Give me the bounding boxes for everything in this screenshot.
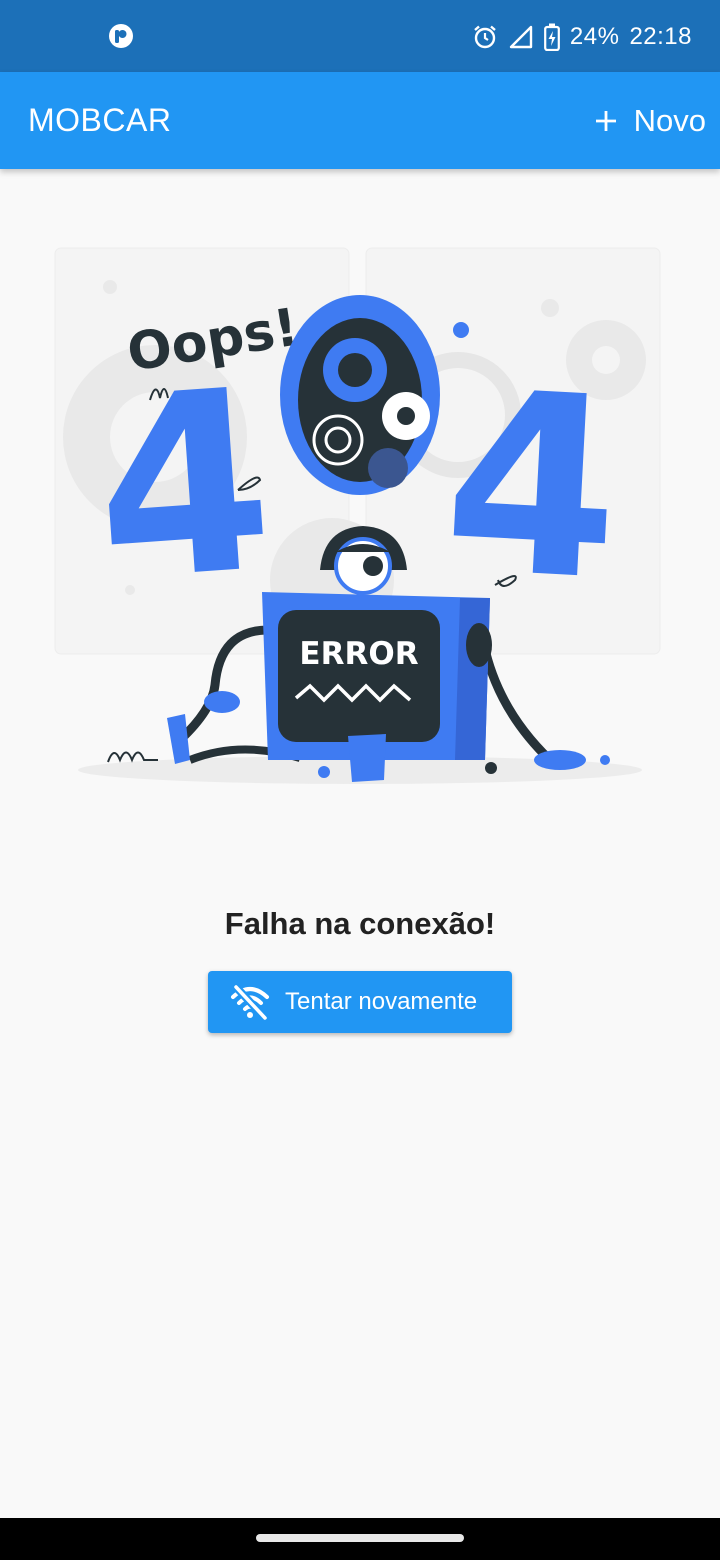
clock: 22:18 [629,23,692,50]
status-bar: 24% 22:18 [0,0,720,72]
battery-level: 24% [569,23,620,50]
digit-four-right: 4 [438,336,627,636]
app-bar: MOBCAR Novo [0,72,720,169]
home-indicator[interactable] [256,1534,464,1542]
retry-button-label: Tentar novamente [285,988,478,1015]
new-button[interactable]: Novo [594,96,706,146]
alarm-icon [474,25,496,49]
new-button-label: Novo [633,103,706,138]
error-screen-text: ERROR [299,636,418,672]
app-title: MOBCAR [28,102,172,138]
wifi-off-icon [231,984,269,1020]
battery-charging-icon [543,23,560,51]
navigation-bar [0,1518,720,1560]
plus-icon [595,111,616,131]
retry-button[interactable]: Tentar novamente [208,971,512,1033]
signal-icon [509,25,533,49]
error-404-illustration: 4 4 Oops! ERROR [54,247,661,784]
app-notification-icon [109,24,133,48]
connection-error-message: Falha na conexão! [224,906,496,941]
